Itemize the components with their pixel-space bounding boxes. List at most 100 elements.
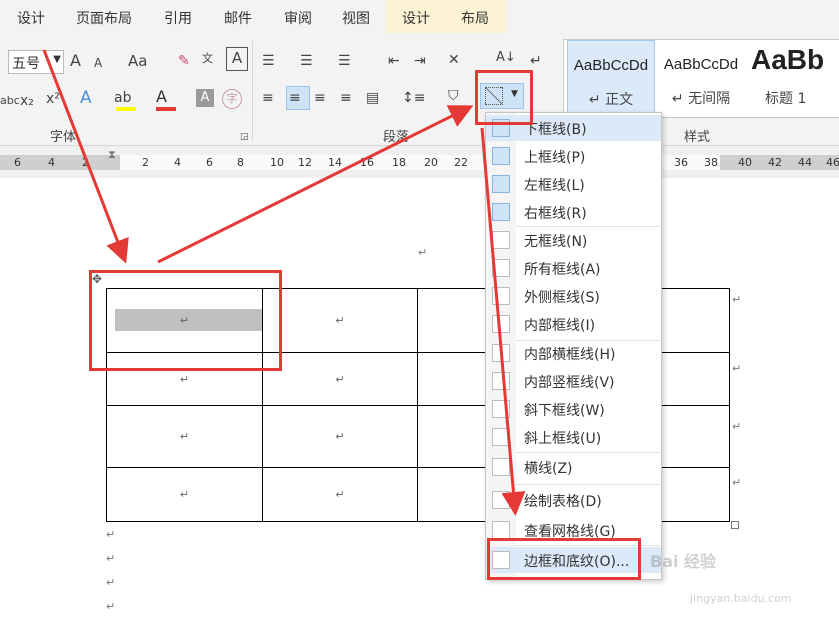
menu-item-label: 斜上框线(U) [524,431,602,447]
ruler-tick: 16 [360,156,374,169]
menu-item-outside-borders[interactable]: 外侧框线(S) [486,283,661,309]
character-shading-icon[interactable]: A [196,89,214,107]
style-name: ↵ 正文 [588,92,634,108]
style-name: 标题 1 [765,91,807,107]
bullets-icon[interactable]: ☰ [262,51,275,71]
grow-font-icon[interactable]: A [70,51,81,71]
line-spacing-icon[interactable]: ↕≡ [402,88,425,108]
all-borders-icon [492,259,510,277]
highlight-color-icon[interactable]: ab [114,88,131,108]
table-cell[interactable]: ↵ [106,467,263,522]
table-resize-handle[interactable] [731,521,739,529]
shrink-font-icon[interactable]: A [94,53,102,73]
style-normal[interactable]: AaBbCcDd ↵ 正文 [567,40,655,116]
menu-item-label: 右框线(R) [524,206,587,222]
font-size-select[interactable]: 五号 ▼ [8,50,64,74]
justify-icon[interactable]: ≡ [340,88,352,108]
multilevel-list-icon[interactable]: ☰ [338,51,351,71]
character-border-icon[interactable]: A [226,47,248,71]
menu-item-draw-table[interactable]: 绘制表格(D) [486,487,661,513]
ribbon-tab-bar: 设计 页面布局 引用 邮件 审阅 视图 设计 布局 [0,0,839,33]
ruler-tick: 8 [237,156,244,169]
watermark-url: jingyan.baidu.com [690,592,792,605]
change-case-button[interactable]: Aa [128,51,147,71]
tab-view[interactable]: 视图 [342,8,370,28]
font-dialog-launcher-icon[interactable]: ◲ [240,127,249,147]
tab-page-layout[interactable]: 页面布局 [76,8,132,28]
paragraph-mark: ↵ [106,600,116,613]
left-border-icon [492,175,510,193]
highlight-color-bar [116,107,136,111]
style-sample: AaBb [751,44,825,75]
tab-table-layout[interactable]: 布局 [461,8,489,28]
table-cell[interactable]: ↵ [262,288,418,353]
tab-references[interactable]: 引用 [164,8,192,28]
paragraph-mark: ↵ [106,552,116,565]
increase-indent-icon[interactable]: ⇥ [414,51,426,71]
style-no-spacing[interactable]: AaBbCcDd ↵ 无间隔 [657,40,745,116]
menu-separator [516,484,660,485]
menu-item-all-borders[interactable]: 所有框线(A) [486,255,661,281]
align-right-icon[interactable]: ≡ [314,88,326,108]
tab-table-design[interactable]: 设计 [402,8,430,28]
table-cell[interactable]: ↵ [262,405,418,468]
menu-item-diagonal-up-border[interactable]: 斜上框线(U) [486,424,661,450]
strikethrough-icon[interactable]: abc [0,91,20,111]
ruler-tick: 4 [174,156,181,169]
paragraph-mark: ↵ [418,246,428,259]
superscript-icon[interactable]: x² [46,89,60,109]
menu-item-label: 外侧框线(S) [524,290,600,306]
menu-item-left-border[interactable]: 左框线(L) [486,171,661,197]
view-gridlines-icon [492,521,510,539]
horizontal-ruler[interactable]: 6 4 2 2 4 6 8 10 12 14 16 18 20 22 36 38… [0,146,839,178]
menu-item-inside-vertical-border[interactable]: 内部竖框线(V) [486,368,661,394]
text-effects-icon[interactable]: A [80,88,92,108]
tab-review[interactable]: 审阅 [284,8,312,28]
menu-item-diagonal-down-border[interactable]: 斜下框线(W) [486,396,661,422]
row-end-mark: ↵ [732,420,742,433]
shading-icon[interactable]: ⛉ [448,86,459,106]
indent-marker-icon[interactable]: ⧗ [108,148,116,162]
menu-item-label: 上框线(P) [524,150,586,166]
menu-item-no-border[interactable]: 无框线(N) [486,227,661,253]
table-cell[interactable]: ↵ [262,467,418,522]
clear-formatting-icon[interactable]: ✎ [178,51,190,71]
diagonal-down-border-icon [492,400,510,418]
style-heading-1[interactable]: AaBb 标题 1 [747,40,839,116]
menu-item-inside-horizontal-border[interactable]: 内部横框线(H) [486,340,661,366]
distributed-icon[interactable]: ▤ [366,88,379,108]
table-cell[interactable]: ↵ [106,405,263,468]
phonetic-guide-icon[interactable]: 文 [202,49,213,69]
numbering-icon[interactable]: ☰ [300,51,313,71]
tab-design[interactable]: 设计 [17,8,45,28]
align-left-icon[interactable]: ≡ [262,88,274,108]
tab-mailings[interactable]: 邮件 [224,8,252,28]
menu-item-label: 内部框线(I) [524,318,596,334]
group-divider [252,41,253,141]
ruler-tick: 2 [142,156,149,169]
ruler-tick: 10 [270,156,284,169]
borders-dropdown-menu: 下框线(B) 上框线(P) 左框线(L) 右框线(R) 无框线(N) 所有框线(A) 外侧框… [485,112,662,580]
menu-item-label: 斜下框线(W) [524,403,605,419]
chinese-layout-icon[interactable]: ✕ [448,50,460,70]
row-end-mark: ↵ [732,293,742,306]
cell-mark: ↵ [335,430,345,443]
menu-item-right-border[interactable]: 右框线(R) [486,199,661,225]
sort-icon[interactable]: A↓ [496,48,516,68]
show-marks-icon[interactable]: ↵ [530,51,542,71]
decrease-indent-icon[interactable]: ⇤ [388,51,400,71]
ruler-tick: 6 [14,156,21,169]
menu-item-inside-borders[interactable]: 内部框线(I) [486,311,661,337]
subscript-icon[interactable]: x₂ [20,91,34,111]
style-name: ↵ 无间隔 [671,91,731,107]
row-end-mark: ↵ [732,362,742,375]
font-color-icon[interactable]: A [156,87,167,107]
ruler-tick: 44 [798,156,812,169]
align-center-button[interactable]: ≡ [286,86,310,110]
menu-item-label: 内部横框线(H) [524,347,616,363]
row-end-mark: ↵ [732,476,742,489]
enclose-characters-icon[interactable]: 字 [222,89,242,109]
menu-item-horizontal-line[interactable]: 横线(Z) [486,454,661,480]
table-cell[interactable]: ↵ [262,352,418,406]
menu-item-top-border[interactable]: 上框线(P) [486,143,661,169]
